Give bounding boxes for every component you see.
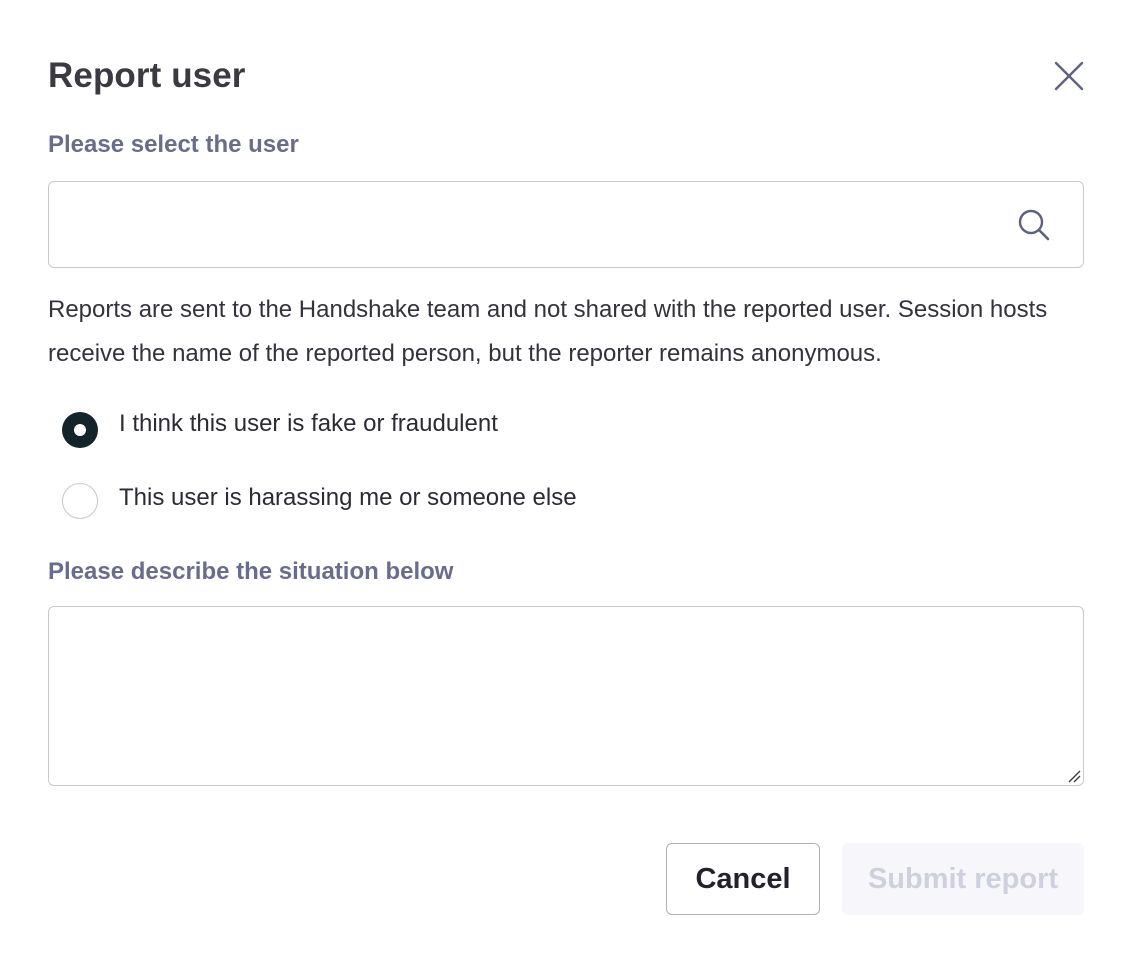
radio-checked[interactable]: [62, 412, 98, 448]
cancel-button[interactable]: Cancel: [666, 843, 820, 915]
reason-option-harassing[interactable]: This user is harassing me or someone els…: [62, 481, 577, 521]
radio-unchecked[interactable]: [62, 483, 98, 519]
privacy-notice: Reports are sent to the Handshake team a…: [48, 296, 1048, 367]
submit-report-button[interactable]: Submit report: [842, 843, 1084, 915]
user-search-input[interactable]: [49, 182, 989, 267]
dialog-title: Report user: [48, 56, 246, 95]
reason-option-label: This user is harassing me or someone els…: [119, 484, 577, 511]
close-icon: [1046, 53, 1092, 99]
resize-handle-icon[interactable]: [1067, 769, 1081, 783]
user-search-field[interactable]: [48, 181, 1084, 268]
reason-option-fake[interactable]: I think this user is fake or fraudulent: [62, 410, 498, 450]
reason-option-label: I think this user is fake or fraudulent: [119, 410, 498, 437]
close-button[interactable]: [1046, 53, 1092, 99]
user-select-label: Please select the user: [48, 131, 299, 158]
description-textarea[interactable]: [49, 607, 1083, 785]
description-field[interactable]: [48, 606, 1084, 786]
report-user-dialog: Report user Please select the user Repor…: [0, 0, 1130, 966]
search-icon[interactable]: [1015, 206, 1053, 244]
description-label: Please describe the situation below: [48, 558, 454, 585]
